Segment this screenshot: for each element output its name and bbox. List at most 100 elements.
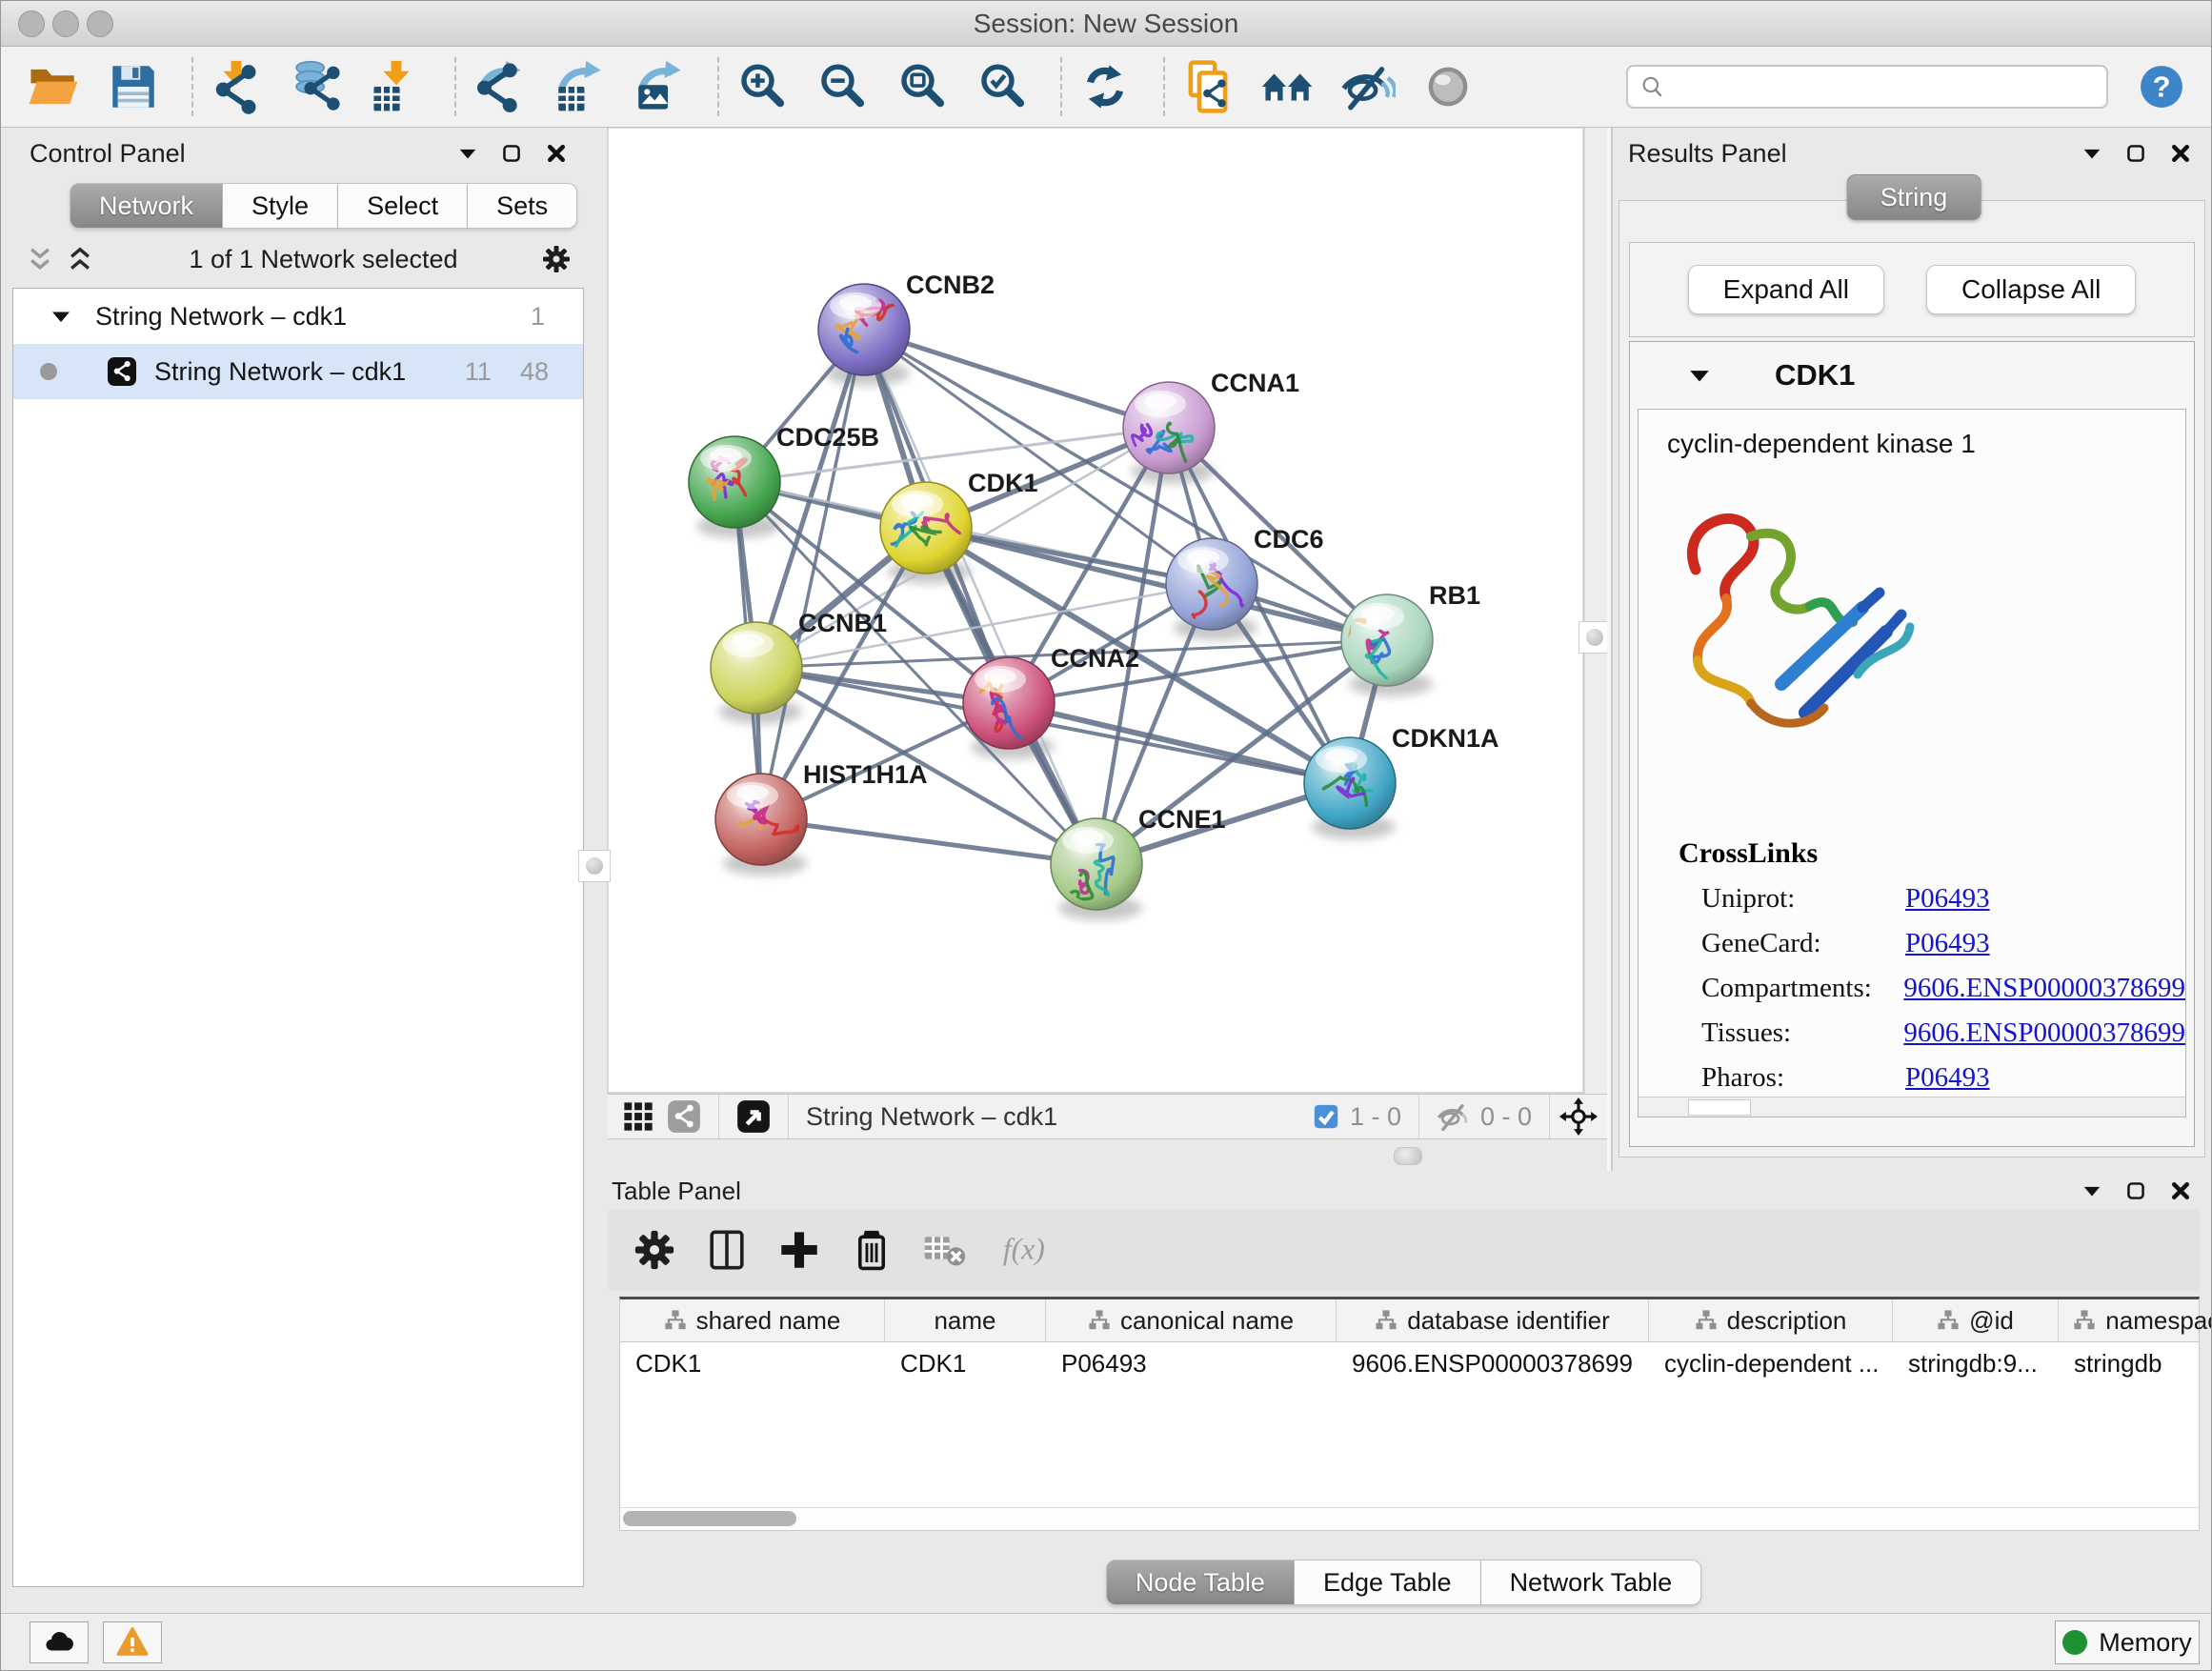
panel-float-icon[interactable]: [2125, 143, 2146, 164]
show-columns-icon[interactable]: [705, 1228, 749, 1272]
zoom-selected-button[interactable]: [975, 59, 1030, 114]
results-panel-title: Results Panel: [1628, 139, 1787, 169]
refresh-layout-button[interactable]: [1077, 59, 1133, 114]
horizontal-splitter-handle[interactable]: [1394, 1147, 1422, 1165]
left-splitter-handle[interactable]: [578, 850, 611, 882]
birdseye-view-icon[interactable]: [736, 1099, 771, 1134]
column-header-name[interactable]: name: [885, 1299, 1046, 1341]
control-panel-tabs: NetworkStyleSelectSets: [1, 173, 596, 231]
add-column-icon[interactable]: [777, 1228, 821, 1272]
network-canvas[interactable]: CCNB2CCNA1CDC25BCDK1CDC6RB1CCNB1CCNA2CDK…: [596, 128, 1584, 1094]
panel-menu-icon[interactable]: [2081, 1180, 2102, 1201]
crosslink-link[interactable]: 9606.ENSP00000378699: [1903, 1017, 2185, 1049]
import-network-database-button[interactable]: [289, 59, 344, 114]
tab-string[interactable]: String: [1847, 174, 1981, 220]
gene-section-header[interactable]: CDK1: [1630, 342, 2194, 409]
delete-table-icon: [922, 1228, 972, 1272]
crosslink-row: Compartments:9606.ENSP00000378699: [1679, 973, 2185, 1004]
expand-all-button[interactable]: Expand All: [1688, 265, 1884, 314]
column-header-database-identifier[interactable]: database identifier: [1337, 1299, 1649, 1341]
crosslink-label: Uniprot:: [1701, 883, 1905, 915]
table-settings-gear-icon[interactable]: [633, 1228, 676, 1272]
tab-select[interactable]: Select: [338, 183, 468, 229]
panel-close-icon[interactable]: [2169, 142, 2192, 165]
cloud-status-button[interactable]: [30, 1621, 89, 1663]
crosslink-label: Compartments:: [1701, 973, 1903, 1004]
node-label-CDC6: CDC6: [1254, 525, 1324, 554]
table-body: CDK1CDK1P064939606.ENSP00000378699cyclin…: [620, 1342, 2199, 1384]
crosslink-link[interactable]: P06493: [1905, 928, 1990, 959]
network-collection-row[interactable]: String Network – cdk1 1: [13, 289, 583, 344]
export-network-button[interactable]: [472, 59, 527, 114]
network-collection-label: String Network – cdk1: [95, 302, 347, 332]
export-image-button[interactable]: [632, 59, 687, 114]
control-panel-title: Control Panel: [30, 139, 186, 169]
function-builder-icon: f(x): [1000, 1228, 1073, 1272]
tree-expander-icon[interactable]: [50, 308, 72, 325]
panel-menu-icon[interactable]: [2081, 143, 2102, 164]
zoom-in-button[interactable]: [734, 59, 790, 114]
node-label-CCNB2: CCNB2: [906, 271, 995, 299]
network-tree: String Network – cdk1 1 String Network –…: [12, 288, 584, 1587]
network-vertical-scrollbar[interactable]: [1584, 128, 1612, 1094]
current-network-name: String Network – cdk1: [806, 1102, 1057, 1132]
table-horizontal-scrollbar[interactable]: [620, 1507, 2199, 1530]
import-network-file-button[interactable]: [209, 59, 264, 114]
expand-all-tree-icon[interactable]: [66, 245, 94, 273]
network-row[interactable]: String Network – cdk1 11 48: [13, 344, 583, 399]
tab-style[interactable]: Style: [223, 183, 338, 229]
table-cell: stringdb: [2059, 1342, 2212, 1384]
crosslink-link[interactable]: 9606.ENSP00000378699: [1903, 973, 2185, 1004]
crosslink-link[interactable]: P06493: [1905, 883, 1990, 915]
first-neighbors-button[interactable]: [1260, 59, 1316, 114]
section-expander-icon[interactable]: [1687, 366, 1712, 385]
panel-close-icon[interactable]: [545, 142, 568, 165]
open-session-button[interactable]: [26, 59, 81, 114]
delete-column-icon[interactable]: [850, 1228, 894, 1272]
pan-crosshair-icon[interactable]: [1559, 1097, 1598, 1136]
tab-network[interactable]: Network: [70, 183, 223, 229]
toolbar-separator: [1060, 57, 1062, 116]
grid-view-icon[interactable]: [621, 1099, 655, 1134]
save-session-button[interactable]: [106, 59, 161, 114]
svg-text:?: ?: [2153, 70, 2171, 104]
gene-section: CDK1 cyclin-dependent kinase 1 CrossLink…: [1629, 341, 2195, 1147]
crosslink-link[interactable]: P06493: [1905, 1062, 1990, 1094]
tab-node-table[interactable]: Node Table: [1106, 1560, 1295, 1605]
table-row[interactable]: CDK1CDK1P064939606.ENSP00000378699cyclin…: [620, 1342, 2199, 1384]
import-table-file-button[interactable]: [369, 59, 424, 114]
right-splitter-handle[interactable]: [1579, 621, 1611, 654]
node-label-RB1: RB1: [1429, 581, 1480, 610]
warnings-button[interactable]: [103, 1621, 162, 1663]
memory-button[interactable]: Memory: [2055, 1621, 2200, 1664]
column-header-namespace[interactable]: namespace: [2059, 1299, 2212, 1341]
tab-edge-table[interactable]: Edge Table: [1295, 1560, 1481, 1605]
hide-selection-button[interactable]: [1340, 59, 1396, 114]
tab-sets[interactable]: Sets: [468, 183, 577, 229]
selected-checkbox-icon[interactable]: [1312, 1102, 1340, 1131]
panel-float-icon[interactable]: [2125, 1180, 2146, 1201]
panel-float-icon[interactable]: [501, 143, 522, 164]
shared-column-icon: [1375, 1309, 1398, 1332]
results-horizontal-scrollbar[interactable]: [1639, 1097, 2185, 1117]
toolbar-separator: [1163, 57, 1165, 116]
gear-icon[interactable]: [541, 244, 572, 274]
network-from-selection-button[interactable]: [1180, 59, 1236, 114]
share-view-icon[interactable]: [667, 1099, 701, 1134]
column-header-canonical-name[interactable]: canonical name: [1046, 1299, 1337, 1341]
search-input[interactable]: [1626, 65, 2108, 109]
column-header--id[interactable]: @id: [1893, 1299, 2059, 1341]
export-table-button[interactable]: [552, 59, 607, 114]
collapse-all-button[interactable]: Collapse All: [1926, 265, 2136, 314]
table-tabs: Node TableEdge TableNetwork Table: [596, 1560, 2211, 1605]
collapse-all-tree-icon[interactable]: [26, 245, 54, 273]
panel-menu-icon[interactable]: [457, 143, 478, 164]
show-all-button[interactable]: [1420, 59, 1476, 114]
zoom-out-button[interactable]: [814, 59, 870, 114]
zoom-fit-button[interactable]: [895, 59, 950, 114]
column-header-shared-name[interactable]: shared name: [620, 1299, 885, 1341]
column-header-description[interactable]: description: [1649, 1299, 1893, 1341]
tab-network-table[interactable]: Network Table: [1481, 1560, 1702, 1605]
help-button[interactable]: ?: [2137, 62, 2186, 111]
panel-close-icon[interactable]: [2169, 1179, 2192, 1202]
